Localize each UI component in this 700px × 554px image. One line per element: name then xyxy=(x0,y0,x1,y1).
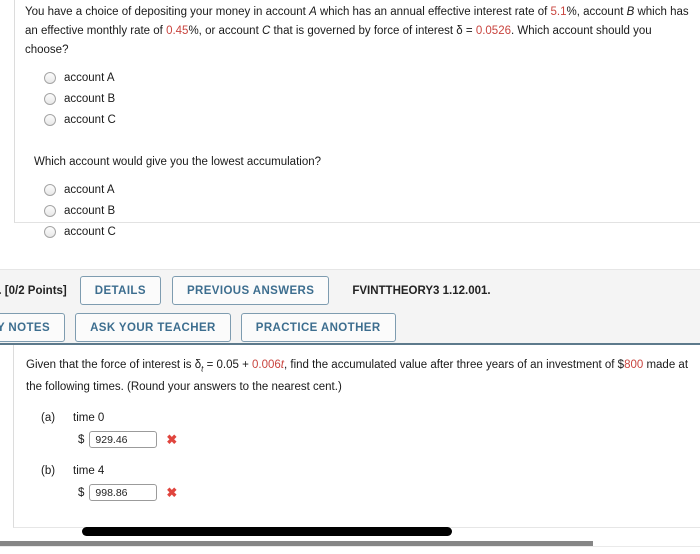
horizontal-scrollbar-thumb[interactable] xyxy=(82,527,452,536)
question-code-label: FVINTTHEORY3 1.12.001. xyxy=(352,284,491,297)
question-panel-bottom: Given that the force of interest is δt =… xyxy=(13,345,700,528)
window-bottom-edge xyxy=(0,546,700,554)
question-part: (b) time 4 $ ✖ xyxy=(26,465,696,502)
previous-answers-button[interactable]: PREVIOUS ANSWERS xyxy=(171,276,330,305)
details-button[interactable]: DETAILS xyxy=(79,276,161,305)
radio-button-icon[interactable] xyxy=(44,225,56,238)
choice-option[interactable]: account A xyxy=(44,67,694,88)
answer-row: $ ✖ xyxy=(41,431,696,449)
part-label: time 0 xyxy=(73,412,105,425)
part-letter: (b) xyxy=(41,465,56,478)
choice-option[interactable]: account B xyxy=(44,200,694,221)
choice-option[interactable]: account A xyxy=(44,179,694,200)
radio-button-icon[interactable] xyxy=(44,204,56,217)
answer-input[interactable] xyxy=(89,431,158,449)
incorrect-x-icon: ✖ xyxy=(166,432,178,448)
answer-row: $ ✖ xyxy=(41,484,696,502)
practice-another-button[interactable]: PRACTICE ANOTHER xyxy=(240,313,396,342)
question-part-header: (a) time 0 xyxy=(41,412,696,424)
radio-button-icon[interactable] xyxy=(44,71,56,84)
choice-group-1: account A account B account C xyxy=(25,67,694,130)
ask-your-teacher-button[interactable]: ASK YOUR TEACHER xyxy=(75,313,231,342)
choice-group-2: account A account B account C xyxy=(25,179,694,242)
webassign-question-view: You have a choice of depositing your mon… xyxy=(0,0,700,554)
currency-symbol: $ xyxy=(78,486,85,499)
my-notes-button[interactable]: MY NOTES xyxy=(0,313,66,342)
radio-button-icon[interactable] xyxy=(44,113,56,126)
part-label: time 4 xyxy=(73,465,105,478)
radio-button-icon[interactable] xyxy=(44,183,56,196)
answer-input[interactable] xyxy=(89,484,158,502)
question-part: (a) time 0 $ ✖ xyxy=(26,412,696,449)
question-part-header: (b) time 4 xyxy=(41,465,696,477)
question-header-row-primary: 0. [0/2 Points] DETAILS PREVIOUS ANSWERS… xyxy=(0,276,491,305)
choice-label: account A xyxy=(64,71,115,84)
choice-label: account A xyxy=(64,183,115,196)
radio-button-icon[interactable] xyxy=(44,92,56,105)
choice-label: account B xyxy=(64,204,116,217)
question-header-band: 0. [0/2 Points] DETAILS PREVIOUS ANSWERS… xyxy=(0,269,700,345)
choice-option[interactable]: account B xyxy=(44,88,694,109)
part-letter: (a) xyxy=(41,412,56,425)
question-top-prompt: You have a choice of depositing your mon… xyxy=(25,6,689,56)
question-bottom-prompt: Given that the force of interest is δt =… xyxy=(26,359,689,394)
choice-label: account C xyxy=(64,225,116,238)
question-panel-top: You have a choice of depositing your mon… xyxy=(14,0,700,238)
points-label: 0. [0/2 Points] xyxy=(0,284,67,297)
choice-option[interactable]: account C xyxy=(44,109,694,130)
question-header-row-secondary: MY NOTES ASK YOUR TEACHER PRACTICE ANOTH… xyxy=(0,313,396,342)
choice-label: account C xyxy=(64,113,116,126)
question-top-subprompt: Which account would give you the lowest … xyxy=(34,156,322,168)
currency-symbol: $ xyxy=(78,433,85,446)
choice-option[interactable]: account C xyxy=(44,221,694,242)
incorrect-x-icon: ✖ xyxy=(166,485,178,501)
choice-label: account B xyxy=(64,92,116,105)
